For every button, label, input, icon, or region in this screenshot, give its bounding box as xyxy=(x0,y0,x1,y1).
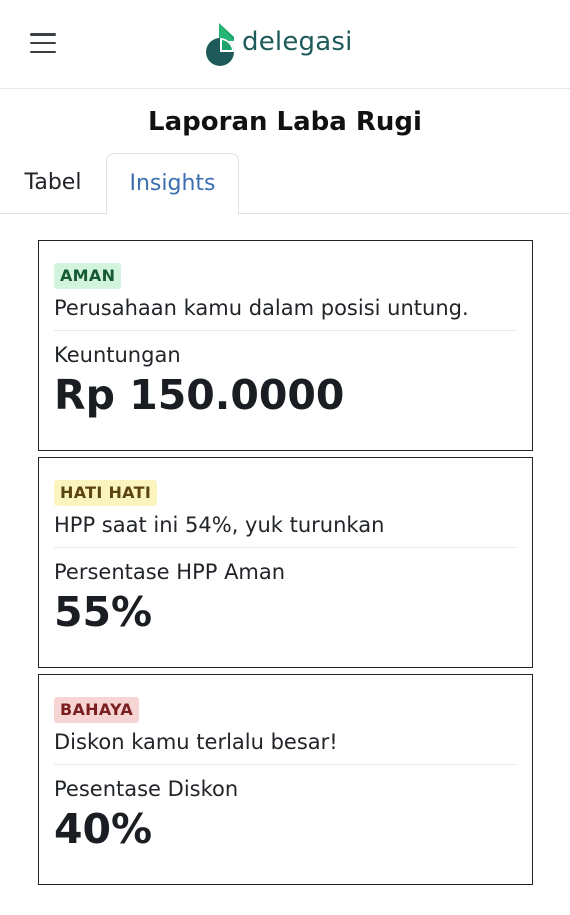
report-tabs: Tabel Insights xyxy=(0,152,570,215)
insight-card-discount: BAHAYA Diskon kamu terlalu besar! Pesent… xyxy=(38,674,533,885)
page-title: Laporan Laba Rugi xyxy=(148,107,422,137)
insight-message: Diskon kamu terlalu besar! xyxy=(54,730,517,765)
delegasi-logo-icon xyxy=(206,23,234,66)
brand-name: delegasi xyxy=(242,27,353,57)
tab-insights[interactable]: Insights xyxy=(106,153,239,215)
insight-label: Keuntungan xyxy=(54,343,181,367)
insights-panel: AMAN Perusahaan kamu dalam posisi untung… xyxy=(0,214,570,885)
status-badge-warning: HATI HATI xyxy=(54,480,158,506)
status-badge-safe: AMAN xyxy=(54,263,122,289)
insight-value: 55% xyxy=(54,588,153,636)
insight-card-hpp: HATI HATI HPP saat ini 54%, yuk turunkan… xyxy=(38,457,533,668)
insight-message: HPP saat ini 54%, yuk turunkan xyxy=(54,513,517,548)
hamburger-menu-icon[interactable] xyxy=(30,33,56,53)
insight-label: Persentase HPP Aman xyxy=(54,560,286,584)
insight-value: Rp 150.0000 xyxy=(54,371,345,419)
insight-value: 40% xyxy=(54,805,153,853)
menu-line xyxy=(30,33,56,36)
menu-line xyxy=(30,41,56,45)
insight-card-profit: AMAN Perusahaan kamu dalam posisi untung… xyxy=(38,240,533,451)
insight-message: Perusahaan kamu dalam posisi untung. xyxy=(54,296,517,331)
status-badge-danger: BAHAYA xyxy=(54,697,140,723)
menu-line xyxy=(30,50,56,53)
brand-logo[interactable]: delegasi xyxy=(205,20,353,68)
tab-tabel[interactable]: Tabel xyxy=(0,153,106,215)
insight-label: Pesentase Diskon xyxy=(54,777,239,801)
top-navbar: delegasi xyxy=(0,0,570,89)
